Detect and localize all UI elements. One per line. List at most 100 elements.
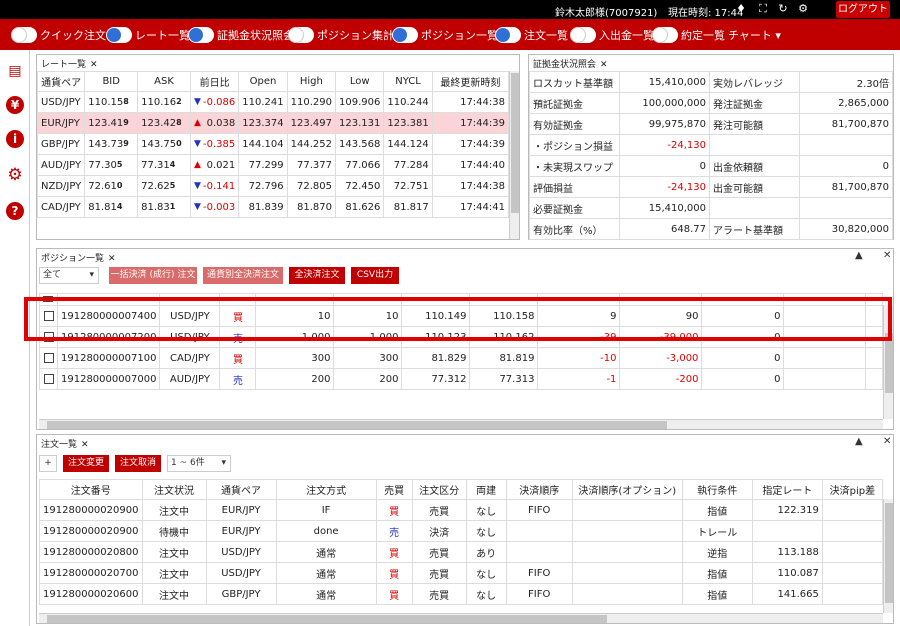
rate-row[interactable]: NZD/JPY 72.610 72.625 ▼ -0.141 72.796 72.805 72… (36, 175, 510, 197)
order-row[interactable]: 191280000020700 注文中 USD/JPY 通常買売買 なし FIFO 指値 11… (39, 562, 884, 584)
bulk-close-market-button[interactable]: 一括決済 (成行) 注文 (109, 267, 197, 284)
gear-icon[interactable]: ⚙ (796, 2, 810, 16)
ask-cell[interactable]: 123.428 (137, 112, 191, 134)
toggle-position-summary[interactable]: ポジション集計 (288, 26, 394, 44)
collapse-icon[interactable]: ▲ (855, 250, 863, 261)
fullscreen-icon[interactable]: ⛶ (756, 2, 770, 16)
pair-cell: AUD/JPY (36, 154, 86, 176)
gear-icon[interactable]: ⚙ (6, 166, 24, 184)
margin-label: 預託証拠金 (529, 92, 620, 114)
margin-label: 必要証拠金 (529, 197, 620, 219)
close-icon[interactable]: ✕ (883, 436, 891, 447)
refresh-icon[interactable]: ↻ (776, 2, 790, 16)
csv-export-button[interactable]: CSV出力 (351, 267, 399, 284)
type-cell: IF (275, 499, 377, 521)
toggle-quick-order[interactable]: クイック注文 (11, 26, 106, 44)
bid-cell[interactable]: 81.814 (84, 196, 139, 218)
rate-cell: 77.312 (401, 368, 471, 390)
toggle-position-list[interactable]: ポジション一覧 (392, 26, 498, 44)
bid-cell[interactable]: 72.610 (84, 175, 139, 197)
yen-icon[interactable]: ¥ (6, 96, 24, 114)
help-icon[interactable]: ? (6, 202, 24, 220)
rate-row[interactable]: GBP/JPY 143.739 143.750 ▼ -0.385 144.104 144.2… (36, 133, 510, 155)
position-filter[interactable]: 全て ▾ (39, 267, 99, 284)
toggle-margin-status[interactable]: 証拠金状況照会 (188, 26, 294, 44)
position-row[interactable]: 191280000007000 AUD/JPY 売 200 200 77.312 77.31… (39, 368, 883, 390)
order-row[interactable]: 191280000020900 注文中 EUR/JPY IF 買売買 なし FIFO 指値 12… (39, 499, 884, 521)
qty-cell: 300 (333, 347, 403, 369)
user-name: 鈴木太郎様(7007921) (555, 8, 658, 19)
close-icon[interactable]: ✕ (81, 440, 89, 450)
nycl-cell: 72.751 (383, 175, 433, 197)
toggle-deposit-list[interactable]: 入出金一覧 (570, 26, 654, 44)
ask-cell[interactable]: 72.625 (137, 175, 191, 197)
margin-value (799, 134, 893, 156)
info-icon[interactable]: i (6, 130, 24, 148)
order-id: 191280000020700 (39, 562, 143, 584)
order-scrollbar-v[interactable] (883, 499, 893, 613)
position-scrollbar-h[interactable] (39, 419, 883, 429)
row-checkbox[interactable] (39, 347, 58, 369)
high-cell: 123.497 (286, 112, 337, 134)
logout-button[interactable]: ログアウト (836, 1, 890, 18)
margin-label (709, 134, 800, 156)
pair-cell: USD/JPY (205, 541, 277, 563)
modify-order-button[interactable]: 注文変更 (63, 455, 109, 472)
rate-row[interactable]: CAD/JPY 81.814 81.831 ▼ -0.003 81.839 81.870 81… (36, 196, 510, 218)
position-panel-tab[interactable]: ポジション一覧 ✕ (37, 249, 120, 264)
rate-row[interactable]: EUR/JPY 123.419 123.428 ▲ 0.038 123.374 123.49… (36, 112, 510, 134)
rate-panel-tab[interactable]: レート一覧 ✕ (37, 55, 102, 70)
toggle-rate-list[interactable]: レート一覧 (106, 26, 190, 44)
margin-value: 99,975,870 (619, 113, 710, 135)
time-cell: 17:44:40 (431, 154, 510, 176)
down-arrow-icon: ▼ (193, 138, 201, 149)
low-cell: 77.066 (334, 154, 385, 176)
position-id: 191280000007100 (56, 347, 161, 369)
close-icon[interactable]: ✕ (90, 60, 98, 70)
order-row[interactable]: 191280000020600 注文中 GBP/JPY 通常買売買 なし FIFO 指値 14… (39, 583, 884, 605)
row-checkbox[interactable] (39, 368, 58, 390)
add-button[interactable]: + (39, 455, 57, 472)
rate-row[interactable]: AUD/JPY 77.305 77.314 ▲ 0.021 77.299 77.377 77.… (36, 154, 510, 176)
position-row[interactable]: 191280000007100 CAD/JPY 買 300 300 81.829 81.81… (39, 347, 883, 369)
bid-cell[interactable]: 77.305 (84, 154, 139, 176)
ask-cell[interactable]: 77.314 (137, 154, 191, 176)
bid-cell[interactable]: 123.419 (84, 112, 139, 134)
status-cell: 注文中 (141, 583, 207, 605)
ask-cell[interactable]: 81.831 (137, 196, 191, 218)
toggle-execution-list[interactable]: 約定一覧 (652, 26, 725, 44)
save-icon[interactable]: ▤ (6, 62, 24, 80)
order-panel-tab[interactable]: 注文一覧 ✕ (37, 435, 93, 450)
condition-cell: 指値 (681, 583, 753, 605)
order-row[interactable]: 191280000020800 注文中 USD/JPY 通常買売買 あり 逆指 113.18… (39, 541, 884, 563)
margin-value: 648.77 (619, 218, 710, 240)
low-cell: 123.131 (334, 112, 385, 134)
ask-cell[interactable]: 110.162 (137, 91, 191, 113)
target-rate-cell: 110.087 (751, 562, 823, 584)
close-all-button[interactable]: 全決済注文 (289, 267, 345, 284)
ask-cell[interactable]: 143.750 (137, 133, 191, 155)
page-range-select[interactable]: 1 ~ 6件 ▾ (167, 455, 231, 472)
cancel-order-button[interactable]: 注文取消 (115, 455, 161, 472)
settle-order-cell: FIFO (505, 583, 573, 605)
margin-panel-tab[interactable]: 証拠金状況照会 ✕ (529, 55, 612, 70)
rate-scrollbar[interactable] (509, 71, 519, 239)
bid-cell[interactable]: 143.739 (84, 133, 139, 155)
swap-cell: 0 (701, 368, 785, 390)
collapse-icon[interactable]: ▲ (855, 436, 863, 447)
order-scrollbar-h[interactable] (39, 613, 883, 623)
col-header: BID (84, 71, 139, 92)
chart-menu[interactable]: チャート ▾ (728, 27, 781, 43)
open-cell: 72.796 (238, 175, 288, 197)
close-icon[interactable]: ✕ (883, 250, 891, 261)
rate-row[interactable]: USD/JPY 110.158 110.162 ▼ -0.086 110.241 110.2… (36, 91, 510, 113)
close-by-currency-button[interactable]: 通貨別全決済注文 (203, 267, 283, 284)
bid-cell[interactable]: 110.158 (84, 91, 139, 113)
bell-icon[interactable]: ♦ (734, 2, 748, 16)
col-header: High (286, 71, 337, 92)
toggle-order-list[interactable]: 注文一覧 (495, 26, 568, 44)
order-row[interactable]: 191280000020900 待機中 EUR/JPY done 売決済 なし トレール (39, 520, 884, 542)
col-header: 執行条件 (681, 479, 753, 500)
close-icon[interactable]: ✕ (600, 60, 608, 70)
close-icon[interactable]: ✕ (108, 254, 116, 264)
